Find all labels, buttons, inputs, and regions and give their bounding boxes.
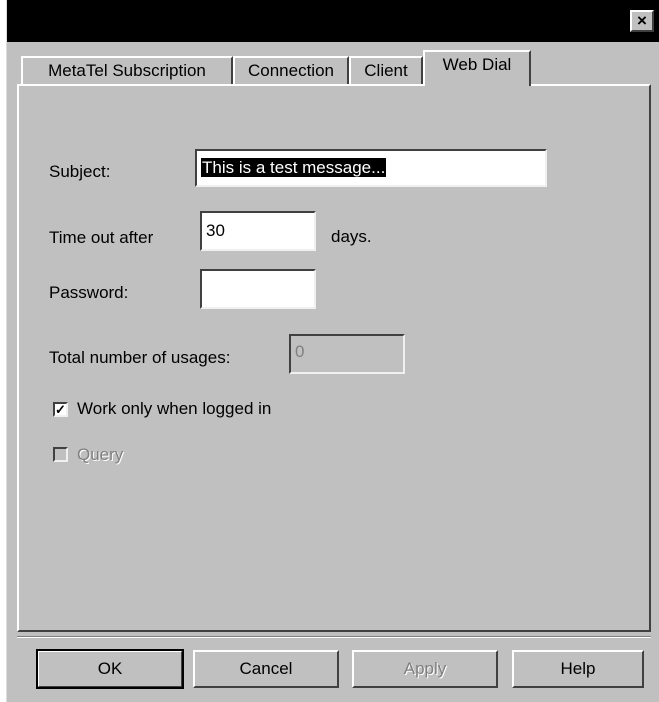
password-field[interactable] xyxy=(200,269,316,309)
help-button[interactable]: Help xyxy=(512,650,644,688)
tab-client[interactable]: Client xyxy=(349,56,423,86)
usages-value: 0 xyxy=(295,342,305,361)
password-label: Password: xyxy=(49,283,129,302)
timeout-label: Time out after xyxy=(49,228,154,247)
tab-metatel-subscription[interactable]: MetaTel Subscription xyxy=(21,56,233,86)
timeout-value: 30 xyxy=(206,221,225,240)
close-icon: × xyxy=(637,11,647,30)
work-logged-in-checkbox[interactable]: ✓ xyxy=(53,402,68,417)
cancel-button[interactable]: Cancel xyxy=(193,650,339,688)
tab-web-dial[interactable]: Web Dial xyxy=(423,50,531,86)
subject-value: This is a test message... xyxy=(201,158,387,177)
close-button[interactable]: × xyxy=(630,10,654,32)
properties-dialog: × MetaTel Subscription Connection Client… xyxy=(6,0,659,702)
work-logged-in-label[interactable]: Work only when logged in xyxy=(77,399,271,419)
timeout-unit-label: days. xyxy=(331,227,372,246)
usages-label: Total number of usages: xyxy=(49,348,231,367)
tab-connection[interactable]: Connection xyxy=(233,56,349,86)
checkmark-icon: ✓ xyxy=(55,402,66,417)
query-label: Query xyxy=(77,445,124,464)
ok-button[interactable]: OK xyxy=(36,649,184,689)
button-separator xyxy=(17,636,651,638)
title-bar: × xyxy=(7,0,659,42)
timeout-field[interactable]: 30 xyxy=(200,211,316,251)
apply-button: Apply xyxy=(352,650,498,688)
subject-label: Subject: xyxy=(49,162,111,181)
query-checkbox xyxy=(53,447,68,462)
usages-field: 0 xyxy=(289,334,405,374)
subject-field[interactable]: This is a test message... xyxy=(195,149,547,187)
